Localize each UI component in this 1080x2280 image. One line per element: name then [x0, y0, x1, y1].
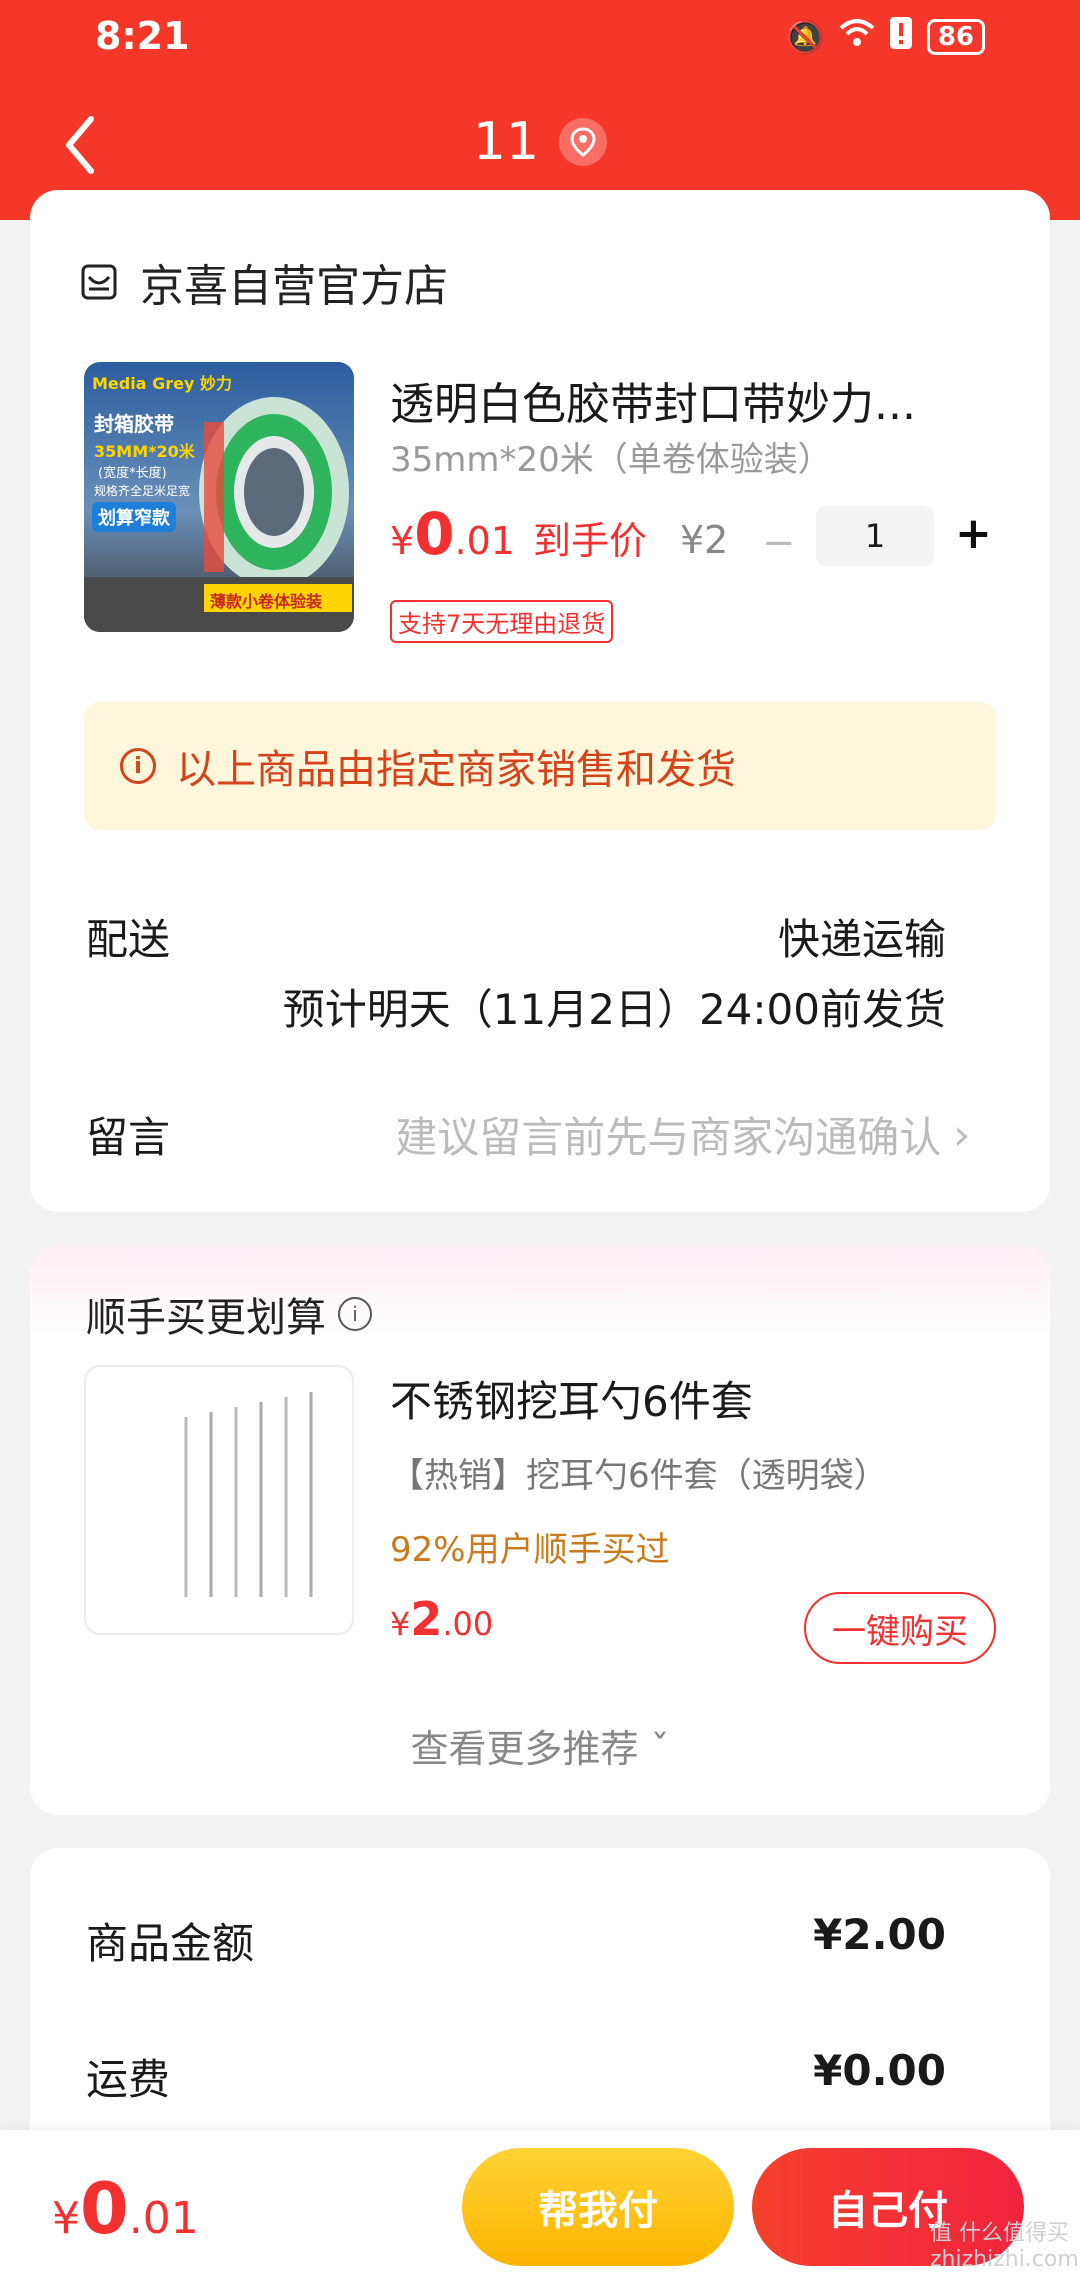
- shipping-method[interactable]: 快递运输: [778, 906, 946, 967]
- watermark: 值 什么值得买 zhizhizhi.com: [930, 2221, 1079, 2272]
- alert-icon: [889, 16, 913, 58]
- recommend-header: 顺手买更划算 i: [86, 1285, 372, 1343]
- total-integer: 0: [80, 2168, 129, 2250]
- image-line1: 封箱胶带: [94, 412, 174, 436]
- more-recommendations-link[interactable]: 查看更多推荐 ˇ: [0, 1718, 1080, 1773]
- price-tag: 到手价: [532, 519, 647, 563]
- location-pin-icon[interactable]: [559, 118, 608, 166]
- help-pay-button[interactable]: 帮我付: [462, 2148, 734, 2266]
- product-spec: 35mm*20米（单卷体验装）: [390, 440, 832, 480]
- store-name: 京喜自营官方店: [140, 261, 448, 312]
- one-click-buy-button[interactable]: 一键购买: [804, 1592, 996, 1664]
- quantity-plus-button[interactable]: +: [955, 508, 992, 559]
- message-placeholder: 建议留言前先与商家沟通确认: [395, 1113, 942, 1162]
- recommend-item-popularity: 92%用户顺手买过: [390, 1530, 670, 1570]
- product-price: ¥ 0 .01 到手价: [390, 500, 647, 568]
- return-policy-badge: 支持7天无理由退货: [390, 600, 614, 643]
- recommend-item-price: ¥ 2 .00: [390, 1592, 493, 1646]
- original-price: ¥2: [680, 518, 729, 562]
- freight-label: 运费: [86, 2055, 171, 2104]
- image-footer: 薄款小卷体验装: [210, 592, 323, 611]
- image-line3: (宽度*长度): [98, 466, 167, 481]
- price-symbol: ¥: [390, 519, 415, 563]
- image-line4: 规格齐全足米足宽: [94, 484, 191, 498]
- goods-amount-value: ¥2.00: [813, 1910, 946, 1959]
- image-badge: 划算窄款: [92, 502, 176, 532]
- message-label: 留言: [86, 1113, 171, 1162]
- freight-value: ¥0.00: [813, 2046, 946, 2095]
- battery-indicator: 86: [926, 19, 985, 55]
- image-line2: 35MM*20米: [94, 442, 195, 461]
- price-decimal: .01: [454, 519, 515, 563]
- quantity-input[interactable]: 1: [816, 506, 934, 566]
- goods-amount-label: 商品金额: [86, 1919, 255, 1968]
- total-symbol: ¥: [52, 2193, 80, 2244]
- image-brand: Media Grey 妙力: [92, 374, 232, 393]
- rec-price-symbol: ¥: [390, 1605, 411, 1643]
- order-item-card: [30, 190, 1050, 1212]
- shipping-label: 配送: [86, 915, 171, 964]
- page-title: 11: [472, 112, 540, 172]
- recommend-title: 顺手买更划算: [86, 1295, 326, 1341]
- recommend-item-desc: 【热销】挖耳勺6件套（透明袋）: [390, 1456, 888, 1496]
- info-icon: i: [120, 748, 156, 784]
- product-image[interactable]: Media Grey 妙力 封箱胶带 35MM*20米 (宽度*长度) 规格齐全…: [84, 362, 354, 632]
- shipping-eta: 预计明天（11月2日）24:00前发货: [282, 985, 946, 1034]
- info-icon[interactable]: i: [338, 1297, 372, 1331]
- price-integer: 0: [414, 500, 455, 568]
- rec-price-decimal: .00: [442, 1605, 494, 1643]
- product-title[interactable]: 透明白色胶带封口带妙力...: [390, 368, 990, 432]
- store-icon: [81, 264, 117, 300]
- message-input[interactable]: 建议留言前先与商家沟通确认 ›: [395, 1104, 970, 1165]
- seller-notice-text: 以上商品由指定商家销售和发货: [176, 747, 736, 793]
- wifi-icon: [839, 18, 875, 56]
- recommend-item-name[interactable]: 不锈钢挖耳勺6件套: [390, 1368, 753, 1429]
- nav-title-area: 11: [0, 112, 1080, 172]
- total-price: ¥ 0 .01: [52, 2168, 199, 2250]
- rec-price-integer: 2: [410, 1592, 443, 1646]
- total-decimal: .01: [128, 2193, 199, 2244]
- status-time: 8:21: [95, 14, 190, 58]
- recommend-image[interactable]: [84, 1365, 354, 1635]
- store-header[interactable]: 京喜自营官方店: [80, 250, 448, 314]
- mute-icon: 🔕: [784, 18, 825, 56]
- quantity-minus-button[interactable]: −: [762, 520, 796, 566]
- status-icons: 🔕 86: [785, 16, 985, 58]
- seller-notice: i 以上商品由指定商家销售和发货: [84, 702, 996, 830]
- chevron-right-icon: ›: [953, 1110, 970, 1159]
